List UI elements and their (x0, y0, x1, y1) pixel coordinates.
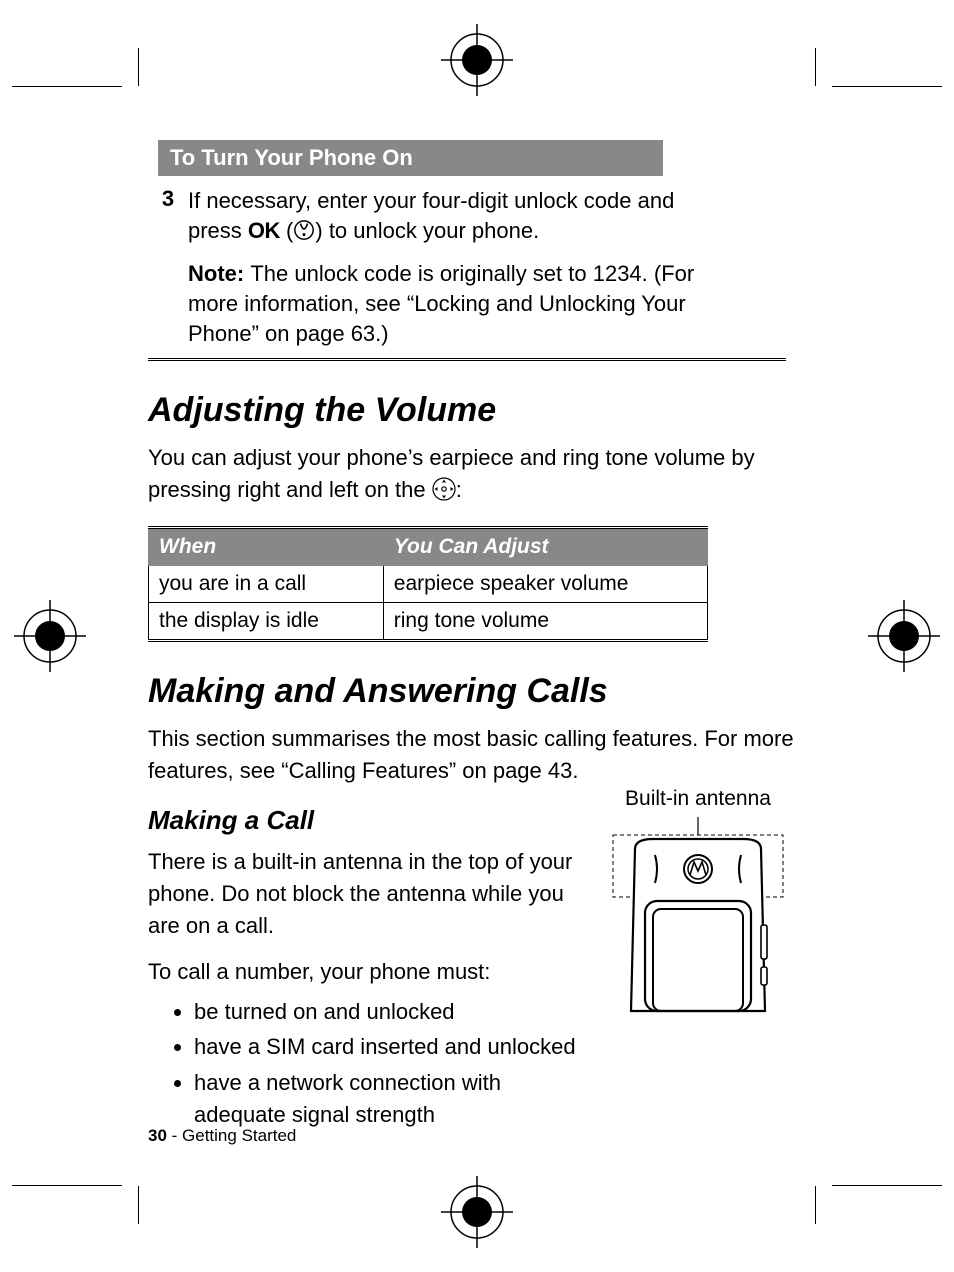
table-header-adjust: You Can Adjust (383, 528, 707, 566)
phone-antenna-illustration (603, 815, 793, 1015)
softkey-icon (293, 219, 315, 241)
table-row: you are in a call earpiece speaker volum… (149, 566, 708, 603)
nav-key-icon (432, 477, 456, 501)
registration-target-icon (441, 1176, 513, 1248)
volume-intro-part: : (456, 477, 462, 502)
volume-intro: You can adjust your phone’s earpiece and… (148, 442, 798, 506)
heading-making-call: Making a Call (148, 805, 580, 836)
registration-target-icon (441, 24, 513, 96)
step-text: If necessary, enter your four-digit unlo… (188, 186, 726, 245)
list-item: be turned on and unlocked (194, 996, 580, 1028)
crop-mark (138, 1186, 139, 1224)
crop-mark (12, 86, 122, 87)
page-number: 30 (148, 1126, 167, 1145)
requirements-list: be turned on and unlocked have a SIM car… (148, 996, 580, 1132)
cell-adjust: ring tone volume (383, 603, 707, 641)
note-text: The unlock code is originally set to 123… (188, 261, 694, 345)
procedure-header: To Turn Your Phone On (158, 140, 663, 176)
calls-intro: This section summarises the most basic c… (148, 723, 798, 787)
heading-making-answering: Making and Answering Calls (148, 672, 798, 711)
registration-target-icon (868, 600, 940, 672)
page-footer: 30 - Getting Started (148, 1126, 296, 1146)
crop-mark (138, 48, 139, 86)
antenna-paragraph: There is a built-in antenna in the top o… (148, 846, 580, 942)
registration-target-icon (14, 600, 86, 672)
crop-mark (815, 1186, 816, 1224)
footer-section: - Getting Started (167, 1126, 296, 1145)
step-note: Note: The unlock code is originally set … (188, 259, 726, 348)
crop-mark (832, 1185, 942, 1186)
step-text-part: to unlock your phone. (323, 218, 539, 243)
crop-mark (815, 48, 816, 86)
list-item: have a network connection with adequate … (194, 1067, 580, 1131)
cell-when: the display is idle (149, 603, 384, 641)
requirements-lead: To call a number, your phone must: (148, 956, 580, 988)
procedure-step: 3 If necessary, enter your four-digit un… (148, 176, 786, 361)
antenna-callout: Built-in antenna (598, 787, 798, 811)
crop-mark (12, 1185, 122, 1186)
cell-when: you are in a call (149, 566, 384, 603)
list-item: have a SIM card inserted and unlocked (194, 1031, 580, 1063)
table-header-when: When (149, 528, 384, 566)
heading-adjusting-volume: Adjusting the Volume (148, 391, 798, 430)
step-number: 3 (148, 176, 188, 348)
cell-adjust: earpiece speaker volume (383, 566, 707, 603)
ok-key-label: OK (248, 218, 280, 243)
volume-table: When You Can Adjust you are in a call ea… (148, 526, 708, 642)
note-label: Note: (188, 261, 250, 286)
crop-mark (832, 86, 942, 87)
table-row: the display is idle ring tone volume (149, 603, 708, 641)
